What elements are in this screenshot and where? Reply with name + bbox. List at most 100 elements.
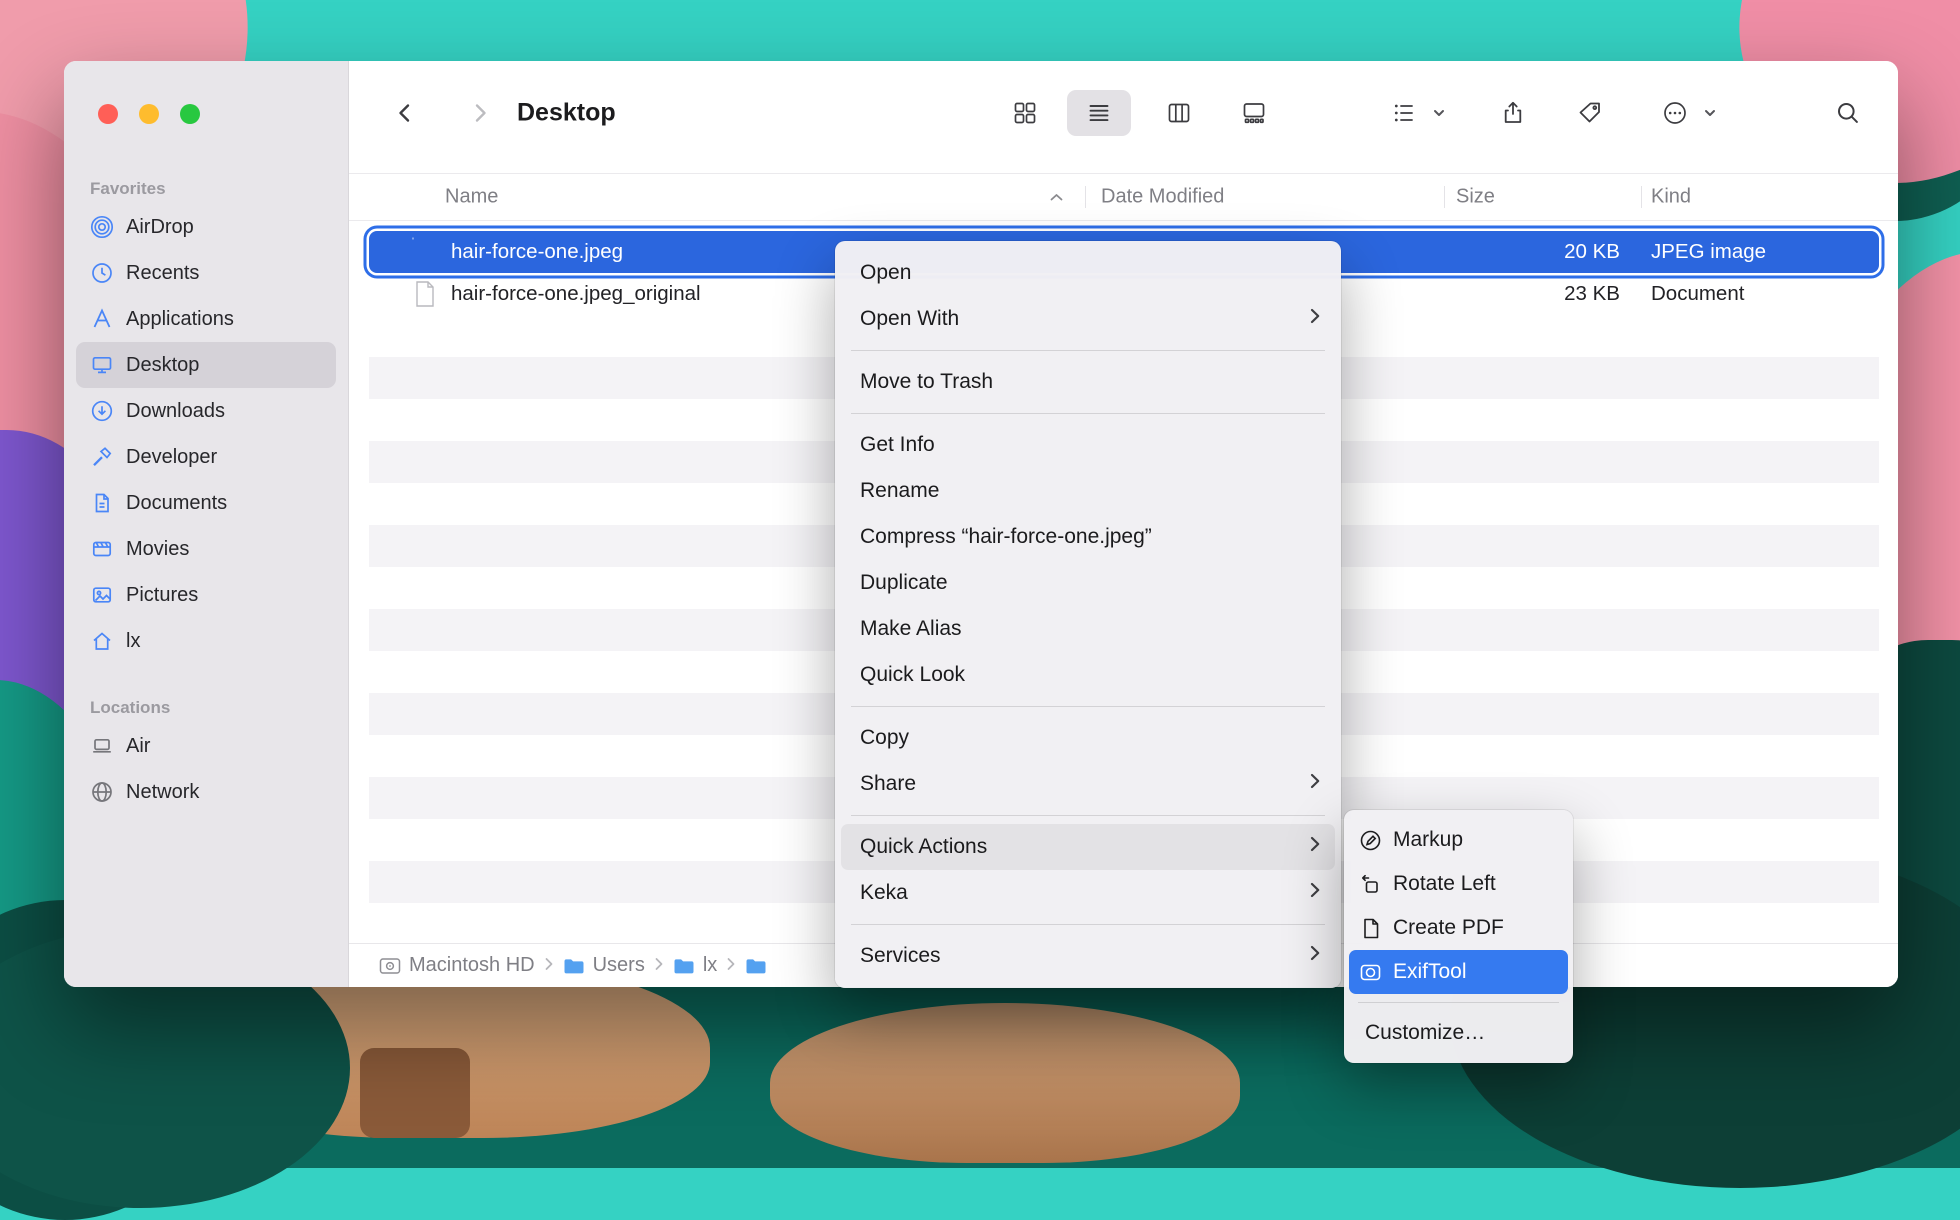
chevron-down-icon[interactable]	[1703, 106, 1717, 120]
sidebar-item-desktop[interactable]: Desktop	[76, 342, 336, 388]
sidebar-item-network[interactable]: Network	[76, 769, 336, 815]
menu-item-label: Copy	[860, 726, 909, 750]
document-file-icon	[413, 281, 440, 308]
view-columns-icon[interactable]	[1166, 100, 1193, 127]
menu-separator	[851, 706, 1325, 707]
more-options-icon[interactable]	[1662, 100, 1689, 127]
airdrop-icon	[90, 215, 114, 239]
path-segment-home[interactable]: lx	[673, 954, 717, 977]
menu-item-label: Quick Look	[860, 663, 965, 687]
submenu-chevron-icon	[1309, 881, 1321, 905]
sidebar-item-developer[interactable]: Developer	[76, 434, 336, 480]
wallpaper-shape	[770, 1003, 1240, 1163]
menu-item-get-info[interactable]: Get Info	[841, 422, 1335, 468]
column-header-name[interactable]: Name	[445, 186, 498, 209]
folder-icon	[673, 957, 695, 975]
submenu-item-exiftool[interactable]: ExifTool	[1349, 950, 1568, 994]
menu-item-move-to-trash[interactable]: Move to Trash	[841, 359, 1335, 405]
sidebar-item-documents[interactable]: Documents	[76, 480, 336, 526]
menu-item-quick-actions[interactable]: Quick Actions	[841, 824, 1335, 870]
view-grid-icon[interactable]	[1012, 100, 1039, 127]
share-icon[interactable]	[1500, 100, 1527, 127]
favorites-header: Favorites	[90, 179, 336, 199]
sidebar-item-recents[interactable]: Recents	[76, 250, 336, 296]
sidebar-item-airdrop[interactable]: AirDrop	[76, 204, 336, 250]
sidebar-item-home[interactable]: lx	[76, 618, 336, 664]
window-controls	[98, 104, 200, 124]
submenu-item-label: ExifTool	[1393, 960, 1467, 984]
menu-item-label: Services	[860, 944, 941, 968]
menu-item-open[interactable]: Open	[841, 250, 1335, 296]
sidebar-item-movies[interactable]: Movies	[76, 526, 336, 572]
sidebar-item-label: Movies	[126, 538, 189, 561]
menu-separator	[851, 350, 1325, 351]
menu-item-label: Quick Actions	[860, 835, 987, 859]
pictures-icon	[90, 583, 114, 607]
submenu-item-rotate-left[interactable]: Rotate Left	[1349, 862, 1568, 906]
sort-ascending-icon[interactable]	[1049, 186, 1064, 209]
group-by-icon[interactable]	[1391, 100, 1418, 127]
hammer-icon	[90, 445, 114, 469]
sidebar-item-downloads[interactable]: Downloads	[76, 388, 336, 434]
downloads-icon	[90, 399, 114, 423]
column-divider[interactable]	[1444, 186, 1445, 208]
menu-item-make-alias[interactable]: Make Alias	[841, 606, 1335, 652]
sidebar-item-label: AirDrop	[126, 216, 194, 239]
menu-item-copy[interactable]: Copy	[841, 715, 1335, 761]
path-segment-label: lx	[703, 954, 717, 977]
tag-icon[interactable]	[1577, 100, 1604, 127]
menu-item-label: Open	[860, 261, 911, 285]
menu-item-rename[interactable]: Rename	[841, 468, 1335, 514]
forward-button[interactable]	[467, 100, 493, 126]
sidebar-item-label: Applications	[126, 308, 234, 331]
menu-item-quick-look[interactable]: Quick Look	[841, 652, 1335, 698]
search-icon[interactable]	[1835, 100, 1862, 127]
document-icon	[90, 491, 114, 515]
minimize-window-button[interactable]	[139, 104, 159, 124]
chevron-right-icon	[654, 954, 664, 977]
sidebar-item-label: Developer	[126, 446, 217, 469]
menu-item-keka[interactable]: Keka	[841, 870, 1335, 916]
context-menu: Open Open With Move to Trash Get Info Re…	[835, 241, 1341, 988]
path-segment-users[interactable]: Users	[563, 954, 645, 977]
menu-item-label: Move to Trash	[860, 370, 993, 394]
column-header-date-modified[interactable]: Date Modified	[1101, 186, 1224, 209]
sidebar-item-air[interactable]: Air	[76, 723, 336, 769]
column-divider[interactable]	[1641, 186, 1642, 208]
menu-item-label: Duplicate	[860, 571, 948, 595]
file-name: hair-force-one.jpeg	[451, 240, 623, 264]
sidebar-item-label: Pictures	[126, 584, 198, 607]
exiftool-icon	[1359, 961, 1382, 984]
markup-icon	[1359, 829, 1382, 852]
close-window-button[interactable]	[98, 104, 118, 124]
view-gallery-icon[interactable]	[1241, 100, 1268, 127]
zoom-window-button[interactable]	[180, 104, 200, 124]
view-list-icon[interactable]	[1086, 100, 1113, 127]
column-header-size[interactable]: Size	[1456, 186, 1495, 209]
chevron-right-icon	[726, 954, 736, 977]
create-pdf-icon	[1359, 917, 1382, 940]
menu-item-label: Make Alias	[860, 617, 962, 641]
disk-icon	[379, 957, 401, 975]
submenu-item-customize[interactable]: Customize…	[1349, 1011, 1568, 1055]
submenu-item-label: Rotate Left	[1393, 872, 1496, 896]
window-title: Desktop	[517, 99, 616, 128]
submenu-item-create-pdf[interactable]: Create PDF	[1349, 906, 1568, 950]
jpeg-thumbnail-icon	[413, 239, 440, 266]
column-divider[interactable]	[1085, 186, 1086, 208]
menu-item-share[interactable]: Share	[841, 761, 1335, 807]
chevron-down-icon[interactable]	[1432, 106, 1446, 120]
sidebar-item-applications[interactable]: Applications	[76, 296, 336, 342]
menu-item-compress[interactable]: Compress “hair-force-one.jpeg”	[841, 514, 1335, 560]
path-segment-macintosh-hd[interactable]: Macintosh HD	[379, 954, 535, 977]
globe-icon	[90, 780, 114, 804]
back-button[interactable]	[392, 100, 418, 126]
sidebar-item-pictures[interactable]: Pictures	[76, 572, 336, 618]
column-header-kind[interactable]: Kind	[1651, 186, 1691, 209]
menu-item-services[interactable]: Services	[841, 933, 1335, 979]
submenu-item-markup[interactable]: Markup	[1349, 818, 1568, 862]
path-segment-partial[interactable]	[745, 957, 767, 975]
menu-item-duplicate[interactable]: Duplicate	[841, 560, 1335, 606]
menu-item-open-with[interactable]: Open With	[841, 296, 1335, 342]
submenu-item-label: Markup	[1393, 828, 1463, 852]
